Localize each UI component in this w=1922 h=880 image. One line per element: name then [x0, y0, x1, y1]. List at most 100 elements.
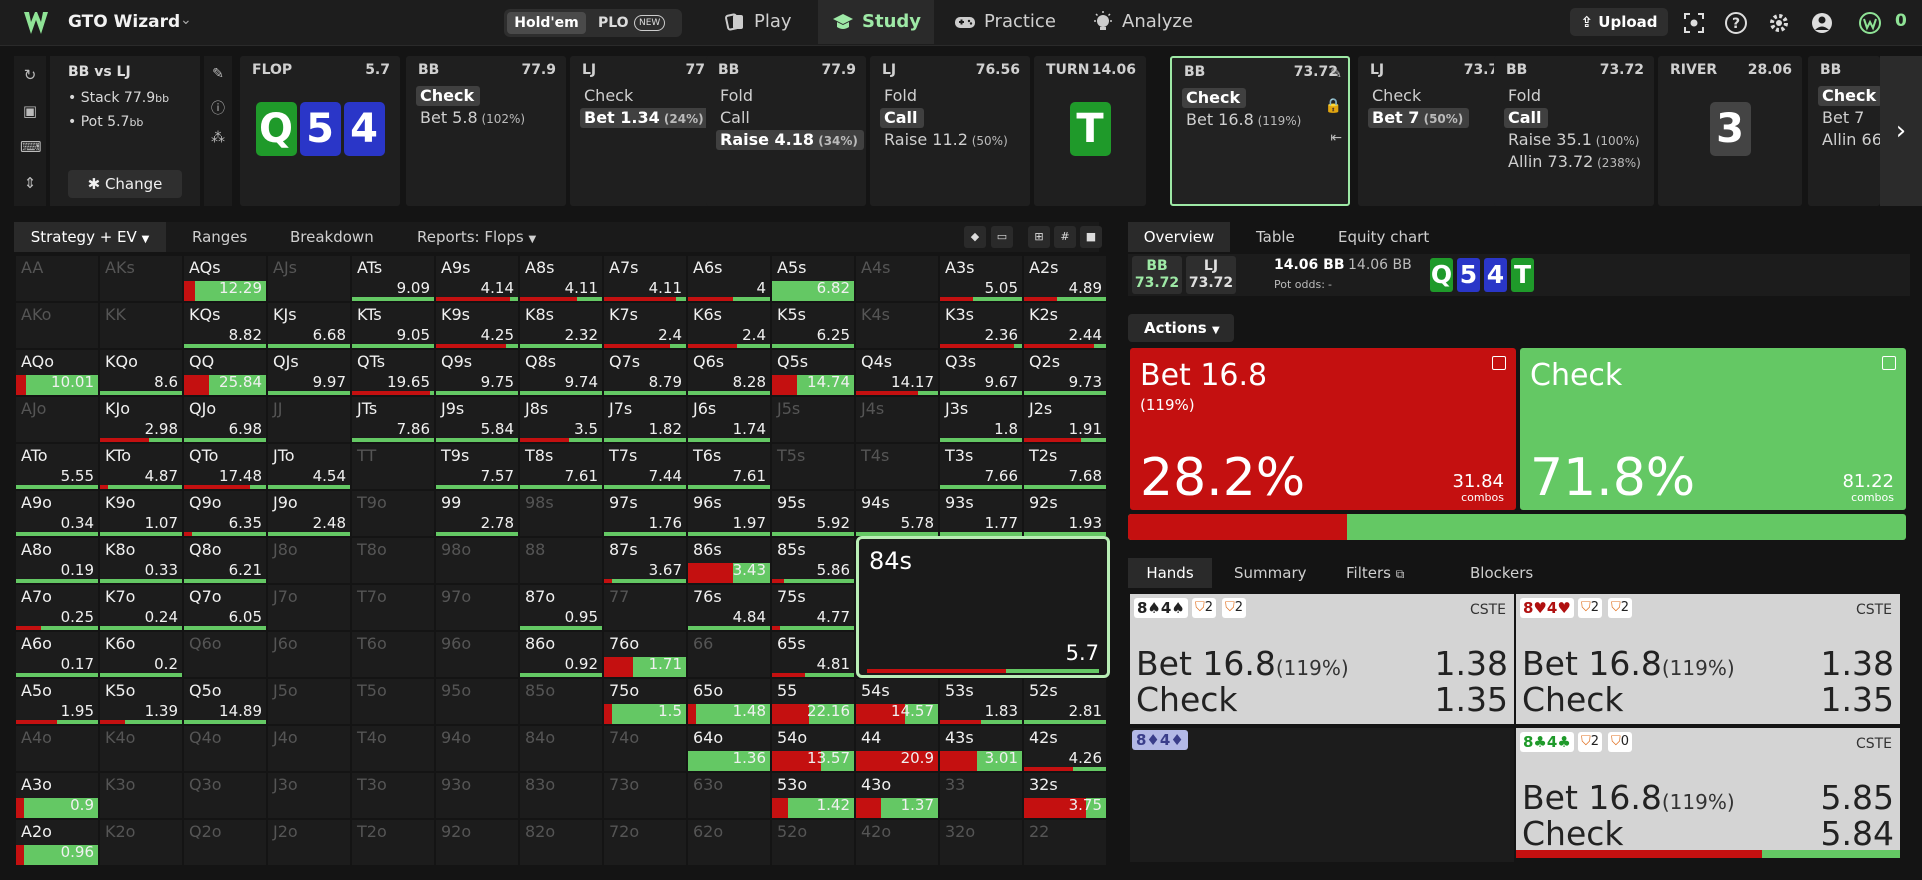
- hand-cell-a9o[interactable]: A9o 0.34: [16, 491, 98, 536]
- hovered-hand-cell[interactable]: 84s 5.7: [856, 536, 1110, 678]
- tab-overview[interactable]: Overview: [1128, 222, 1230, 252]
- hand-cell-q9o[interactable]: Q9o 6.35: [184, 491, 266, 536]
- hand-cell-k5s[interactable]: K5s 6.25: [772, 303, 854, 348]
- hand-cell-a2o[interactable]: A2o 0.96: [16, 820, 98, 865]
- hand-cell-ajo[interactable]: AJo: [16, 397, 98, 442]
- hand-cell-k6s[interactable]: K6s 2.4: [688, 303, 770, 348]
- hand-cell-t8s[interactable]: T8s 7.61: [520, 444, 602, 489]
- hand-cell-t2s[interactable]: T2s 7.68: [1024, 444, 1106, 489]
- hand-cell-97o[interactable]: 97o: [436, 585, 518, 630]
- action-option[interactable]: Call: [880, 108, 924, 128]
- hand-cell-q5s[interactable]: Q5s 14.74: [772, 350, 854, 395]
- hand-cell-a9s[interactable]: A9s 4.14: [436, 256, 518, 301]
- hand-cell-k3s[interactable]: K3s 2.36: [940, 303, 1022, 348]
- view-compact-icon[interactable]: ⊞: [1028, 226, 1050, 248]
- hand-cell-j8s[interactable]: J8s 3.5: [520, 397, 602, 442]
- hand-cell-q4s[interactable]: Q4s 14.17: [856, 350, 938, 395]
- hand-cell-j6s[interactable]: J6s 1.74: [688, 397, 770, 442]
- hand-cell-t5s[interactable]: T5s: [772, 444, 854, 489]
- expand-icon[interactable]: ⇕: [20, 174, 40, 194]
- hand-cell-kjo[interactable]: KJo 2.98: [100, 397, 182, 442]
- action-option[interactable]: Allin 73.72 (238%): [1504, 152, 1647, 172]
- hand-cell-k2s[interactable]: K2s 2.44: [1024, 303, 1106, 348]
- hand-cell-44[interactable]: 44 20.9: [856, 726, 938, 771]
- hand-cell-k9s[interactable]: K9s 4.25: [436, 303, 518, 348]
- hand-cell-q4o[interactable]: Q4o: [184, 726, 266, 771]
- hand-cell-q5o[interactable]: Q5o 14.89: [184, 679, 266, 724]
- hand-cell-ako[interactable]: AKo: [16, 303, 98, 348]
- hand-cell-q7s[interactable]: Q7s 8.79: [604, 350, 686, 395]
- hand-cell-j2o[interactable]: J2o: [268, 820, 350, 865]
- hand-cell-aqs[interactable]: AQs 12.29: [184, 256, 266, 301]
- save-icon[interactable]: ▣: [20, 102, 40, 122]
- hand-cell-j6o[interactable]: J6o: [268, 632, 350, 677]
- hand-cell-93s[interactable]: 93s 1.77: [940, 491, 1022, 536]
- hand-cell-j7o[interactable]: J7o: [268, 585, 350, 630]
- hand-cell-j3s[interactable]: J3s 1.8: [940, 397, 1022, 442]
- nav-tab-study[interactable]: Study: [818, 0, 934, 44]
- hand-cell-87s[interactable]: 87s 3.67: [604, 538, 686, 583]
- hand-cell-t6o[interactable]: T6o: [352, 632, 434, 677]
- action-option[interactable]: Raise 4.18 (34%): [716, 130, 864, 150]
- hand-cell-54o[interactable]: 54o 13.57: [772, 726, 854, 771]
- hand-cell-aqo[interactable]: AQo 10.01: [16, 350, 98, 395]
- combo-card[interactable]: 8♥4♥ ⛉2 ⛉2 CSTE Bet 16.8(119%) 1.38 Check 1.35: [1516, 594, 1900, 724]
- edit-icon[interactable]: ✎: [1330, 66, 1342, 82]
- nav-tab-practice[interactable]: Practice: [954, 0, 1084, 44]
- hand-cell-q8s[interactable]: Q8s 9.74: [520, 350, 602, 395]
- hand-cell-jts[interactable]: JTs 7.86: [352, 397, 434, 442]
- street-card-flop[interactable]: FLOP 5.7 Q 5 4: [240, 56, 400, 206]
- hand-cell-a4o[interactable]: A4o: [16, 726, 98, 771]
- holdem-toggle[interactable]: Hold'em: [507, 12, 586, 34]
- hand-cell-j9s[interactable]: J9s 5.84: [436, 397, 518, 442]
- hand-cell-kjs[interactable]: KJs 6.68: [268, 303, 350, 348]
- bet-action-card[interactable]: Bet 16.8 (119%) 28.2% 31.84 combos: [1130, 348, 1516, 510]
- hand-cell-k4s[interactable]: K4s: [856, 303, 938, 348]
- tab-blockers[interactable]: Blockers: [1470, 558, 1533, 588]
- decision-card-lj[interactable]: LJ 76.56 Fold Call Raise 11.2 (50%): [870, 56, 1030, 206]
- hand-cell-q2s[interactable]: Q2s 9.73: [1024, 350, 1106, 395]
- hand-cell-83o[interactable]: 83o: [520, 773, 602, 818]
- action-option[interactable]: Check: [1368, 86, 1427, 106]
- street-card-river[interactable]: RIVER 28.06 3: [1658, 56, 1802, 206]
- gear-icon[interactable]: [1767, 11, 1791, 35]
- hand-cell-66[interactable]: 66: [688, 632, 770, 677]
- action-option[interactable]: Bet 16.8 (119%): [1182, 110, 1307, 130]
- hand-cell-t5o[interactable]: T5o: [352, 679, 434, 724]
- hand-cell-t9o[interactable]: T9o: [352, 491, 434, 536]
- action-option[interactable]: Call: [716, 108, 756, 128]
- hand-cell-98o[interactable]: 98o: [436, 538, 518, 583]
- hand-cell-92s[interactable]: 92s 1.93: [1024, 491, 1106, 536]
- hand-cell-k8o[interactable]: K8o 0.33: [100, 538, 182, 583]
- hand-cell-a3o[interactable]: A3o 0.9: [16, 773, 98, 818]
- lock-icon[interactable]: 🔒: [1325, 98, 1342, 114]
- hand-cell-jto[interactable]: JTo 4.54: [268, 444, 350, 489]
- hand-cell-a5o[interactable]: A5o 1.95: [16, 679, 98, 724]
- hand-cell-98s[interactable]: 98s: [520, 491, 602, 536]
- hand-cell-52o[interactable]: 52o: [772, 820, 854, 865]
- actions-dropdown[interactable]: Actions ▼: [1128, 314, 1234, 342]
- hand-cell-76o[interactable]: 76o 1.71: [604, 632, 686, 677]
- nav-tab-analyze[interactable]: Analyze: [1092, 0, 1214, 44]
- decision-card-bb[interactable]: BB 73.72 Fold Call Raise 35.1 (100%) Allin 73…: [1494, 56, 1654, 206]
- hand-cell-65s[interactable]: 65s 4.81: [772, 632, 854, 677]
- help-icon[interactable]: ?: [1724, 11, 1748, 35]
- hand-cell-k6o[interactable]: K6o 0.2: [100, 632, 182, 677]
- tab-table[interactable]: Table: [1256, 222, 1295, 252]
- hand-cell-q3o[interactable]: Q3o: [184, 773, 266, 818]
- hand-cell-q8o[interactable]: Q8o 6.21: [184, 538, 266, 583]
- tab-filters[interactable]: Filters ⧉: [1346, 558, 1404, 588]
- hand-cell-t3o[interactable]: T3o: [352, 773, 434, 818]
- compare-icon[interactable]: ⇤: [1330, 130, 1342, 146]
- hand-cell-53s[interactable]: 53s 1.83: [940, 679, 1022, 724]
- hand-cell-a6s[interactable]: A6s 4: [688, 256, 770, 301]
- hand-cell-kqo[interactable]: KQo 8.6: [100, 350, 182, 395]
- action-option[interactable]: Check: [580, 86, 639, 106]
- view-3d-icon[interactable]: ◆: [964, 226, 986, 248]
- street-card-turn[interactable]: TURN 14.06 T: [1034, 56, 1146, 206]
- decision-card-bb[interactable]: BB 73.72 Check Bet 16.8 (119%) ✎ 🔒 ⇤: [1170, 56, 1350, 206]
- hand-cell-94s[interactable]: 94s 5.78: [856, 491, 938, 536]
- chips-icon[interactable]: ⁂: [210, 130, 226, 146]
- hand-cell-t6s[interactable]: T6s 7.61: [688, 444, 770, 489]
- chevron-down-icon[interactable]: ⌄: [180, 12, 192, 28]
